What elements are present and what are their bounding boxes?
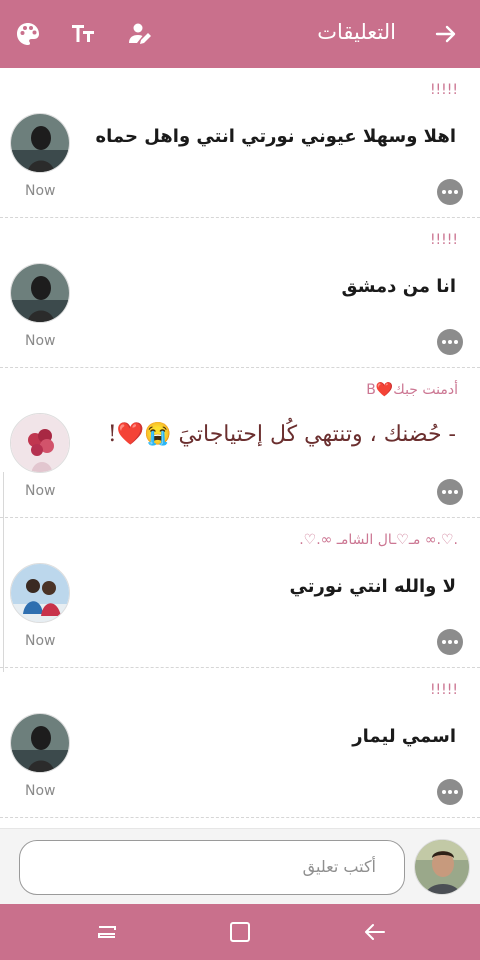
comment-text: لا والله انتي نورتي: [289, 576, 456, 597]
comment-input-placeholder: أكتب تعليق: [302, 857, 376, 876]
comment-username[interactable]: .♡.∞ مـ♡ـال الشامـ ∞.♡.: [299, 532, 458, 548]
page-title: التعليقات: [317, 20, 396, 44]
comment-time: Now: [25, 783, 56, 799]
arrow-back-icon[interactable]: [428, 16, 464, 52]
avatar[interactable]: [10, 713, 70, 773]
comment-composer: أكتب تعليق: [0, 828, 480, 904]
comment-username[interactable]: !!!!!: [430, 682, 458, 698]
top-bar: التعليقات: [0, 0, 480, 68]
comment-username[interactable]: أدمنت جبك❤️B: [366, 382, 458, 398]
comment-item: !!!!! انا من دمشق Now: [0, 218, 480, 368]
palette-icon[interactable]: [10, 16, 46, 52]
comment-time: Now: [25, 483, 56, 499]
comment-text: اهلا وسهلا عيوني نورتي انتي واهل حماه: [95, 126, 456, 147]
more-options-icon[interactable]: [437, 329, 463, 355]
comment-text: اسمي ليمار: [352, 726, 456, 747]
more-options-icon[interactable]: [437, 629, 463, 655]
more-options-icon[interactable]: [437, 479, 463, 505]
comment-time: Now: [25, 633, 56, 649]
text-size-icon[interactable]: [65, 16, 101, 52]
more-options-icon[interactable]: [437, 179, 463, 205]
avatar[interactable]: [10, 563, 70, 623]
avatar[interactable]: [10, 413, 70, 473]
comment-text: انا من دمشق: [341, 276, 457, 297]
comment-item: !!!!! اهلا وسهلا عيوني نورتي انتي واهل ح…: [0, 68, 480, 218]
avatar[interactable]: [10, 263, 70, 323]
comment-text: - حُضنك ، وتنتهي كُل إحتياجاتيَ 😭❤️!: [107, 422, 456, 447]
comment-time: Now: [25, 183, 56, 199]
back-icon[interactable]: [360, 918, 388, 946]
scroll-edge: [0, 472, 4, 672]
comment-username[interactable]: !!!!!: [430, 232, 458, 248]
comment-list[interactable]: !!!!! اهلا وسهلا عيوني نورتي انتي واهل ح…: [0, 68, 480, 828]
avatar[interactable]: [10, 113, 70, 173]
current-user-avatar[interactable]: [414, 839, 470, 895]
system-nav-bar: [0, 904, 480, 960]
comment-username[interactable]: !!!!!: [430, 82, 458, 98]
edit-user-icon[interactable]: [122, 16, 158, 52]
comment-item: .♡.∞ مـ♡ـال الشامـ ∞.♡. لا والله انتي نو…: [0, 518, 480, 668]
comment-item: !!!!! اسمي ليمار Now: [0, 668, 480, 818]
comment-item: أدمنت جبك❤️B - حُضنك ، وتنتهي كُل إحتياج…: [0, 368, 480, 518]
recent-apps-icon[interactable]: [93, 918, 121, 946]
home-icon[interactable]: [226, 918, 254, 946]
more-options-icon[interactable]: [437, 779, 463, 805]
comment-input[interactable]: أكتب تعليق: [19, 840, 405, 895]
comment-time: Now: [25, 333, 56, 349]
